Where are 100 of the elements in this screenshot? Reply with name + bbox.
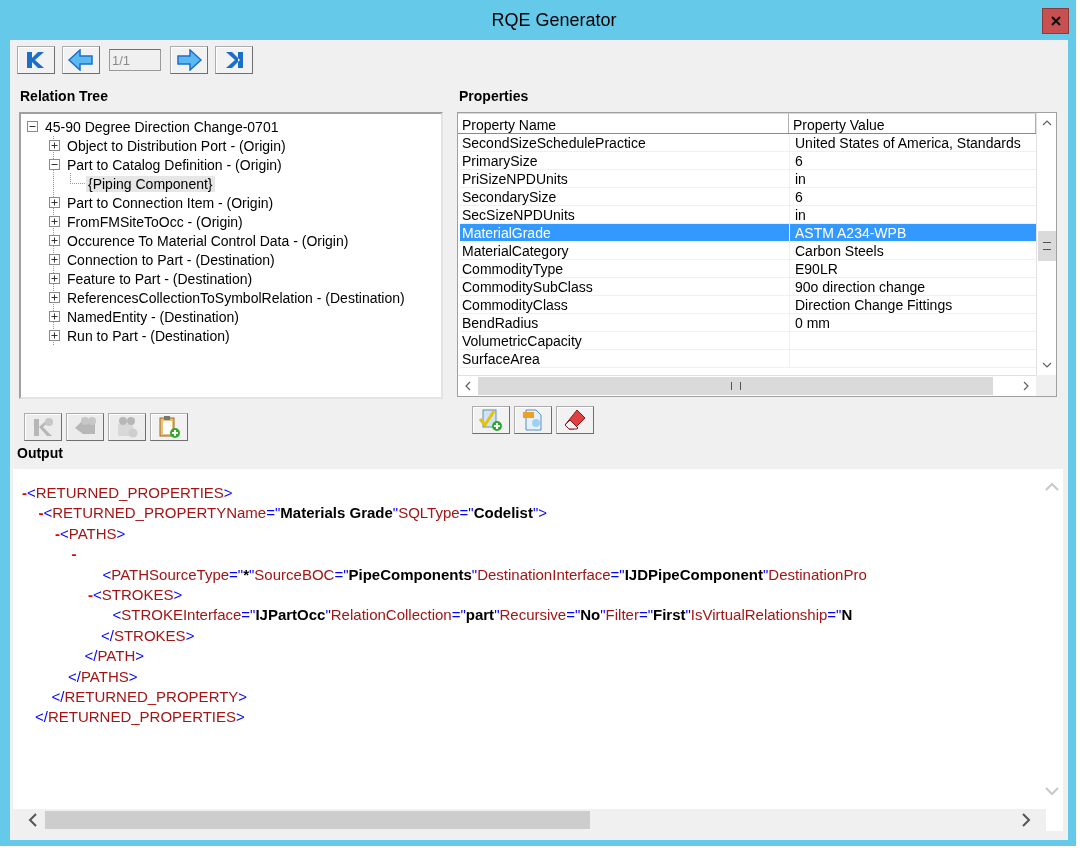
tree-item[interactable]: Object to Distribution Port - (Origin) [65, 137, 288, 154]
scroll-left-icon [463, 381, 473, 391]
property-name-cell: MaterialGrade [460, 224, 790, 241]
close-icon [1050, 16, 1061, 26]
vertical-scrollbar[interactable] [1036, 113, 1056, 375]
xml-line: <STROKES> [93, 584, 183, 605]
tree-item[interactable]: ReferencesCollectionToSymbolRelation - (Destination) [65, 289, 407, 306]
scroll-up-icon [1041, 118, 1052, 128]
validate-button[interactable] [472, 406, 510, 434]
property-name-cell: BendRadius [460, 314, 790, 331]
property-name-cell: SecondSizeSchedulePractice [460, 134, 790, 151]
expand-icon[interactable] [49, 140, 60, 151]
relation-icon [31, 416, 55, 438]
collapse-toggle[interactable]: - [88, 584, 93, 606]
table-row[interactable]: SecondSizeSchedulePractice United States of America, Standards [460, 134, 1036, 152]
paste-button[interactable] [150, 413, 188, 441]
expand-icon[interactable] [49, 311, 60, 322]
xml-line: <RETURNED_PROPERTYName="Materials Grade"SQLType="Codelist"> [43, 503, 547, 524]
property-value-cell-text: in [794, 170, 807, 187]
property-value-cell-text: in [794, 206, 807, 223]
xml-line: </RETURNED_PROPERTIES> [35, 707, 245, 728]
scroll-down-icon [1041, 360, 1052, 370]
expand-icon[interactable] [49, 292, 60, 303]
xml-line: <STROKEInterface="IJPartOcc"RelationCollection="part"Recursive="No"Filter="First"IsVirtualRelationship="N [112, 605, 853, 626]
property-name-cell: CommodityClass [460, 296, 790, 313]
expand-icon[interactable] [49, 235, 60, 246]
xml-line: </PATHS> [68, 666, 138, 687]
table-row[interactable]: CommodityClass Direction Change Fittings [460, 296, 1036, 314]
property-value-cell-text: 6 [794, 152, 804, 169]
tree-item[interactable]: Part to Connection Item - (Origin) [65, 194, 276, 211]
previous-button[interactable] [62, 46, 100, 74]
tree-item[interactable]: Occurence To Material Control Data - (Origin) [65, 232, 351, 249]
property-value-cell-text: Carbon Steels [794, 242, 885, 259]
column-header[interactable]: Property Name [458, 113, 789, 133]
scrollbar-thumb[interactable] [45, 811, 590, 829]
property-value-cell-text: 0 mm [794, 314, 831, 331]
column-header[interactable]: Property Value [789, 113, 1036, 133]
tree-item[interactable]: Part to Catalog Definition - (Origin) [65, 156, 284, 173]
last-button[interactable] [215, 46, 253, 74]
collapse-toggle[interactable]: - [38, 503, 44, 524]
table-row[interactable]: PriSizeNPDUnits in [460, 170, 1036, 188]
horizontal-scrollbar[interactable] [13, 809, 1046, 831]
first-button[interactable] [17, 46, 55, 74]
scroll-right-icon [1021, 381, 1031, 391]
tree-item[interactable]: Feature to Part - (Destination) [65, 270, 255, 287]
tree-item[interactable]: Connection to Part - (Destination) [65, 251, 277, 268]
horizontal-scrollbar[interactable] [458, 375, 1036, 396]
property-name-cell: VolumetricCapacity [460, 332, 790, 349]
table-row[interactable]: MaterialCategory Carbon Steels [460, 242, 1036, 260]
people-icon [115, 416, 139, 438]
table-row[interactable]: PrimarySize 6 [460, 152, 1036, 170]
property-value-cell-text: 6 [794, 188, 804, 205]
section-label: Properties [458, 88, 530, 106]
xml-line: </RETURNED_PROPERTY> [51, 686, 248, 707]
property-name-cell: MaterialCategory [460, 242, 790, 259]
scrollbar-thumb[interactable] [478, 377, 993, 395]
table-row[interactable]: CommodityType E90LR [460, 260, 1036, 278]
table-row[interactable]: CommoditySubClass 90o direction change [460, 278, 1036, 296]
left-arrow-icon [67, 49, 95, 71]
tree-item[interactable]: 45-90 Degree Direction Change-0701 [43, 118, 281, 135]
expand-icon[interactable] [49, 216, 60, 227]
table-row[interactable]: VolumetricCapacity [460, 332, 1036, 350]
expand-icon[interactable] [49, 254, 60, 265]
property-name-cell: SecondarySize [460, 188, 790, 205]
property-name-cell: PrimarySize [460, 152, 790, 169]
right-arrow-icon [175, 49, 203, 71]
property-value-cell-text: E90LR [794, 260, 839, 277]
collapse-toggle[interactable]: - [55, 523, 60, 545]
expand-icon[interactable] [49, 197, 60, 208]
check-add-icon [478, 408, 504, 432]
table-row[interactable]: SurfaceArea [460, 350, 1036, 368]
collapse-toggle[interactable]: - [22, 483, 27, 504]
expand-icon[interactable] [49, 273, 60, 284]
section-label: Output [17, 445, 64, 463]
next-button[interactable] [170, 46, 208, 74]
xml-line: <PATHSourceType="*"SourceBOC="PipeComponents"DestinationInterface="IJDPipeComponent"DestinationPro [102, 564, 867, 585]
xml-button[interactable] [514, 406, 552, 434]
property-name-cell: CommoditySubClass [460, 278, 790, 295]
collapse-toggle[interactable]: - [71, 544, 77, 565]
tree-item[interactable]: FromFMSiteToOcc - (Origin) [65, 213, 245, 230]
property-value-cell-text: United States of America, Standards [794, 134, 1022, 151]
table-row[interactable]: BendRadius 0 mm [460, 314, 1036, 332]
clear-button[interactable] [556, 406, 594, 434]
property-name-cell: PriSizeNPDUnits [460, 170, 790, 187]
close-button[interactable] [1042, 8, 1069, 34]
property-name-cell: SecSizeNPDUnits [460, 206, 790, 223]
xml-line: <RETURNED_PROPERTIES> [27, 483, 233, 503]
section-label: Relation Tree [19, 88, 109, 106]
tree-item[interactable]: Run to Part - (Destination) [65, 327, 232, 344]
collapse-icon[interactable] [49, 159, 60, 170]
tree-item[interactable]: {Piping Component} [86, 175, 215, 192]
tree-item[interactable]: NamedEntity - (Destination) [65, 308, 241, 325]
property-name-cell: CommodityType [460, 260, 790, 277]
scrollbar-thumb[interactable] [1037, 231, 1056, 261]
collapse-icon[interactable] [27, 121, 38, 132]
xml-line: <PATHS> [60, 523, 126, 544]
property-value-cell-text: Direction Change Fittings [794, 296, 954, 313]
table-row[interactable]: SecondarySize 6 [460, 188, 1036, 206]
xml-file-icon [521, 408, 545, 432]
expand-icon[interactable] [49, 330, 60, 341]
